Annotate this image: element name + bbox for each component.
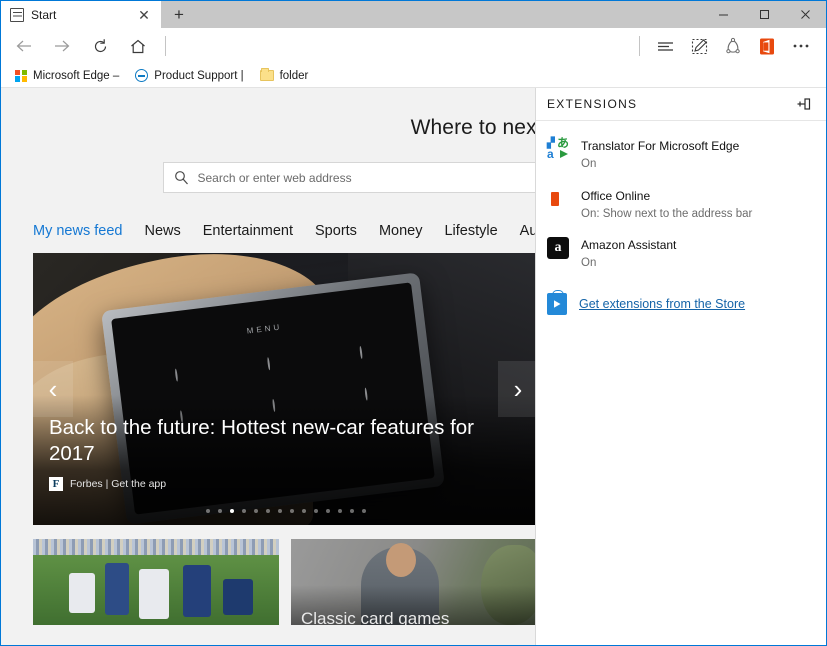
hero-title: Back to the future: Hottest new-car feat…: [49, 415, 475, 465]
get-extensions-link[interactable]: Get extensions from the Store: [579, 297, 745, 311]
carousel-dots[interactable]: [33, 509, 535, 513]
refresh-button[interactable]: [81, 30, 119, 62]
pin-icon[interactable]: [791, 91, 817, 117]
new-tab-button[interactable]: +: [161, 1, 197, 28]
extension-state: On: Show next to the address bar: [581, 207, 753, 220]
news-card-row: Classic card games: [33, 539, 535, 625]
office-online-icon[interactable]: [750, 30, 784, 62]
hero-source: F Forbes | Get the app: [49, 477, 166, 491]
search-box[interactable]: [162, 162, 535, 193]
close-button[interactable]: [785, 1, 826, 28]
category-sports[interactable]: Sports: [315, 223, 370, 239]
forbes-logo-icon: F: [49, 477, 63, 491]
extension-item-translator[interactable]: ▞ あ a Translator For Microsoft Edge On: [536, 130, 826, 180]
forward-button[interactable]: [43, 30, 81, 62]
more-actions-icon[interactable]: [784, 30, 818, 62]
tab-start[interactable]: Start ✕: [1, 1, 161, 28]
home-button[interactable]: [119, 30, 157, 62]
store-icon: [547, 290, 567, 316]
extensions-panel-title: EXTENSIONS: [547, 97, 638, 111]
football-card[interactable]: [33, 539, 279, 625]
web-note-icon[interactable]: [682, 30, 716, 62]
extension-name: Office Online: [581, 188, 651, 203]
window-controls: [703, 1, 826, 28]
toolbar-divider: [165, 36, 166, 56]
search-icon: [174, 170, 189, 185]
extensions-panel: EXTENSIONS ▞ あ a Translator For Microsoft: [535, 88, 826, 645]
carousel-next-button[interactable]: ›: [498, 361, 535, 417]
translator-icon: ▞ あ a: [547, 136, 569, 161]
card-title: Classic card games: [301, 609, 450, 625]
favorite-product-support[interactable]: Product Support |: [127, 65, 251, 87]
favorites-bar: Microsoft Edge – Product Support | folde…: [1, 64, 826, 88]
search-input[interactable]: [197, 170, 535, 185]
search-row: [1, 162, 535, 193]
tab-title: Start: [31, 7, 57, 22]
extension-state: On: [581, 158, 597, 170]
news-feed: MENU Back to the future: Hottest new-car…: [1, 239, 535, 625]
favorite-label: Microsoft Edge –: [33, 69, 120, 82]
favorite-folder[interactable]: folder: [252, 65, 317, 87]
tab-strip: Start ✕ +: [1, 1, 197, 28]
browser-window: Start ✕ + Microsoft Edge – Product Suppo…: [0, 0, 827, 646]
hero-article-card[interactable]: MENU Back to the future: Hottest new-car…: [33, 253, 535, 525]
amazon-icon: a: [547, 237, 569, 260]
share-icon[interactable]: [716, 30, 750, 62]
office-icon: [547, 188, 569, 210]
hero-source-label: Forbes | Get the app: [70, 478, 167, 490]
extensions-panel-header: EXTENSIONS: [536, 88, 826, 121]
card-games-card[interactable]: Classic card games: [291, 539, 535, 625]
category-money[interactable]: Money: [379, 223, 436, 239]
start-page: Where to next? My news feed News Enterta…: [1, 88, 535, 645]
toolbar-divider-right: [639, 36, 640, 56]
microsoft-logo-icon: [15, 69, 27, 82]
category-my-news-feed[interactable]: My news feed: [33, 223, 135, 239]
favorite-label: folder: [279, 69, 309, 82]
title-bar: Start ✕ +: [1, 1, 826, 28]
support-circle-icon: [135, 69, 149, 82]
reading-view-icon[interactable]: [648, 30, 682, 62]
page-title: Where to next?: [410, 116, 535, 139]
category-autos[interactable]: Autos: [520, 223, 535, 239]
carousel-prev-button[interactable]: ‹: [33, 361, 73, 417]
maximize-button[interactable]: [744, 1, 785, 28]
content-area: Where to next? My news feed News Enterta…: [1, 88, 826, 645]
back-button[interactable]: [5, 30, 43, 62]
start-page-inner: Where to next? My news feed News Enterta…: [1, 88, 535, 625]
favorite-label: Product Support |: [154, 69, 244, 82]
extension-item-office-online[interactable]: Office Online On: Show next to the addre…: [536, 180, 826, 230]
category-lifestyle[interactable]: Lifestyle: [444, 223, 510, 239]
minimize-button[interactable]: [703, 1, 744, 28]
favorite-microsoft-edge[interactable]: Microsoft Edge –: [7, 65, 127, 87]
extension-name: Translator For Microsoft Edge: [581, 139, 740, 153]
extension-state: On: [581, 257, 597, 270]
folder-icon: [259, 68, 274, 81]
extension-item-amazon-assistant[interactable]: a Amazon Assistant On: [536, 229, 826, 279]
extensions-list: ▞ あ a Translator For Microsoft Edge On Off…: [536, 121, 826, 279]
category-entertainment[interactable]: Entertainment: [203, 223, 306, 239]
close-icon[interactable]: ✕: [133, 4, 155, 26]
navigation-toolbar: [1, 28, 826, 64]
news-categories: My news feed News Entertainment Sports M…: [1, 223, 535, 239]
category-news[interactable]: News: [144, 223, 193, 239]
start-page-icon: [10, 7, 24, 22]
get-extensions-row[interactable]: Get extensions from the Store: [536, 279, 826, 316]
extension-name: Amazon Assistant: [581, 238, 677, 253]
